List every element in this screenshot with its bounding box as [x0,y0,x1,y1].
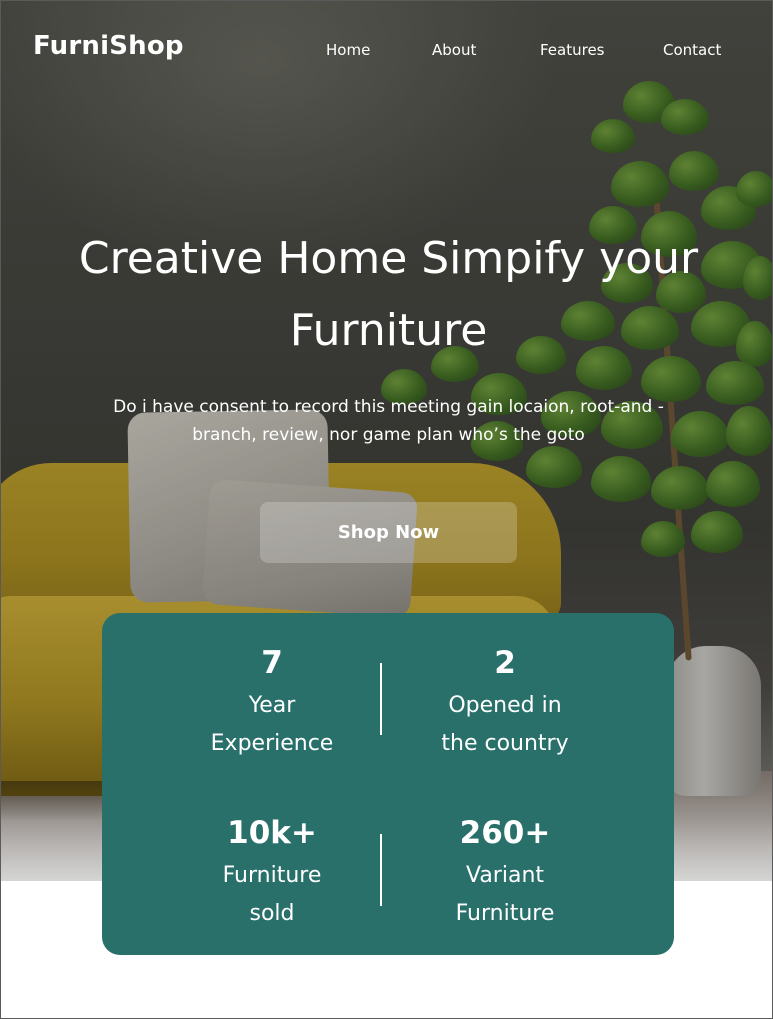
stat-value: 260+ [459,815,551,851]
hero-headline: Creative Home Simpify your Furniture [78,233,699,356]
stat-variant-furniture: 260+ Variant Furniture [400,813,610,933]
brand-logo[interactable]: FurniShop [33,31,184,61]
nav-features-link[interactable]: Features [540,41,605,59]
stat-label: Variant Furniture [400,857,610,933]
nav-contact-link[interactable]: Contact [663,41,721,59]
stat-label-line: Year [248,693,296,718]
shop-now-button[interactable]: Shop Now [260,502,517,563]
stat-label-line: Variant [465,863,545,888]
stats-card: 7 Year Experience 2 Opened in the countr… [102,613,674,955]
stat-label: Furniture sold [167,857,377,933]
stat-opened-country: 2 Opened in the country [400,643,610,763]
stat-value: 10k+ [227,815,317,851]
stat-label-line: sold [249,901,295,926]
page: FurniShop Home About Features Contact Cr… [0,0,773,1019]
hero-subtext: Do i have consent to record this meeting… [113,397,664,445]
stat-value: 7 [261,645,283,681]
stat-furniture-sold: 10k+ Furniture sold [167,813,377,933]
stat-label: Opened in the country [400,687,610,763]
nav-home-link[interactable]: Home [326,41,370,59]
stat-divider [380,834,382,906]
nav-about-link[interactable]: About [432,41,476,59]
navbar: FurniShop Home About Features Contact [1,1,772,101]
stat-label-line: Furniture [222,863,322,888]
stat-label-line: Opened in [448,693,562,718]
stat-label-line: the country [441,731,569,756]
stat-divider [380,663,382,735]
stat-label: Year Experience [167,687,377,763]
stat-label-line: Furniture [455,901,555,926]
stat-label-line: Experience [210,731,334,756]
stat-value: 2 [494,645,516,681]
stat-years-experience: 7 Year Experience [167,643,377,763]
